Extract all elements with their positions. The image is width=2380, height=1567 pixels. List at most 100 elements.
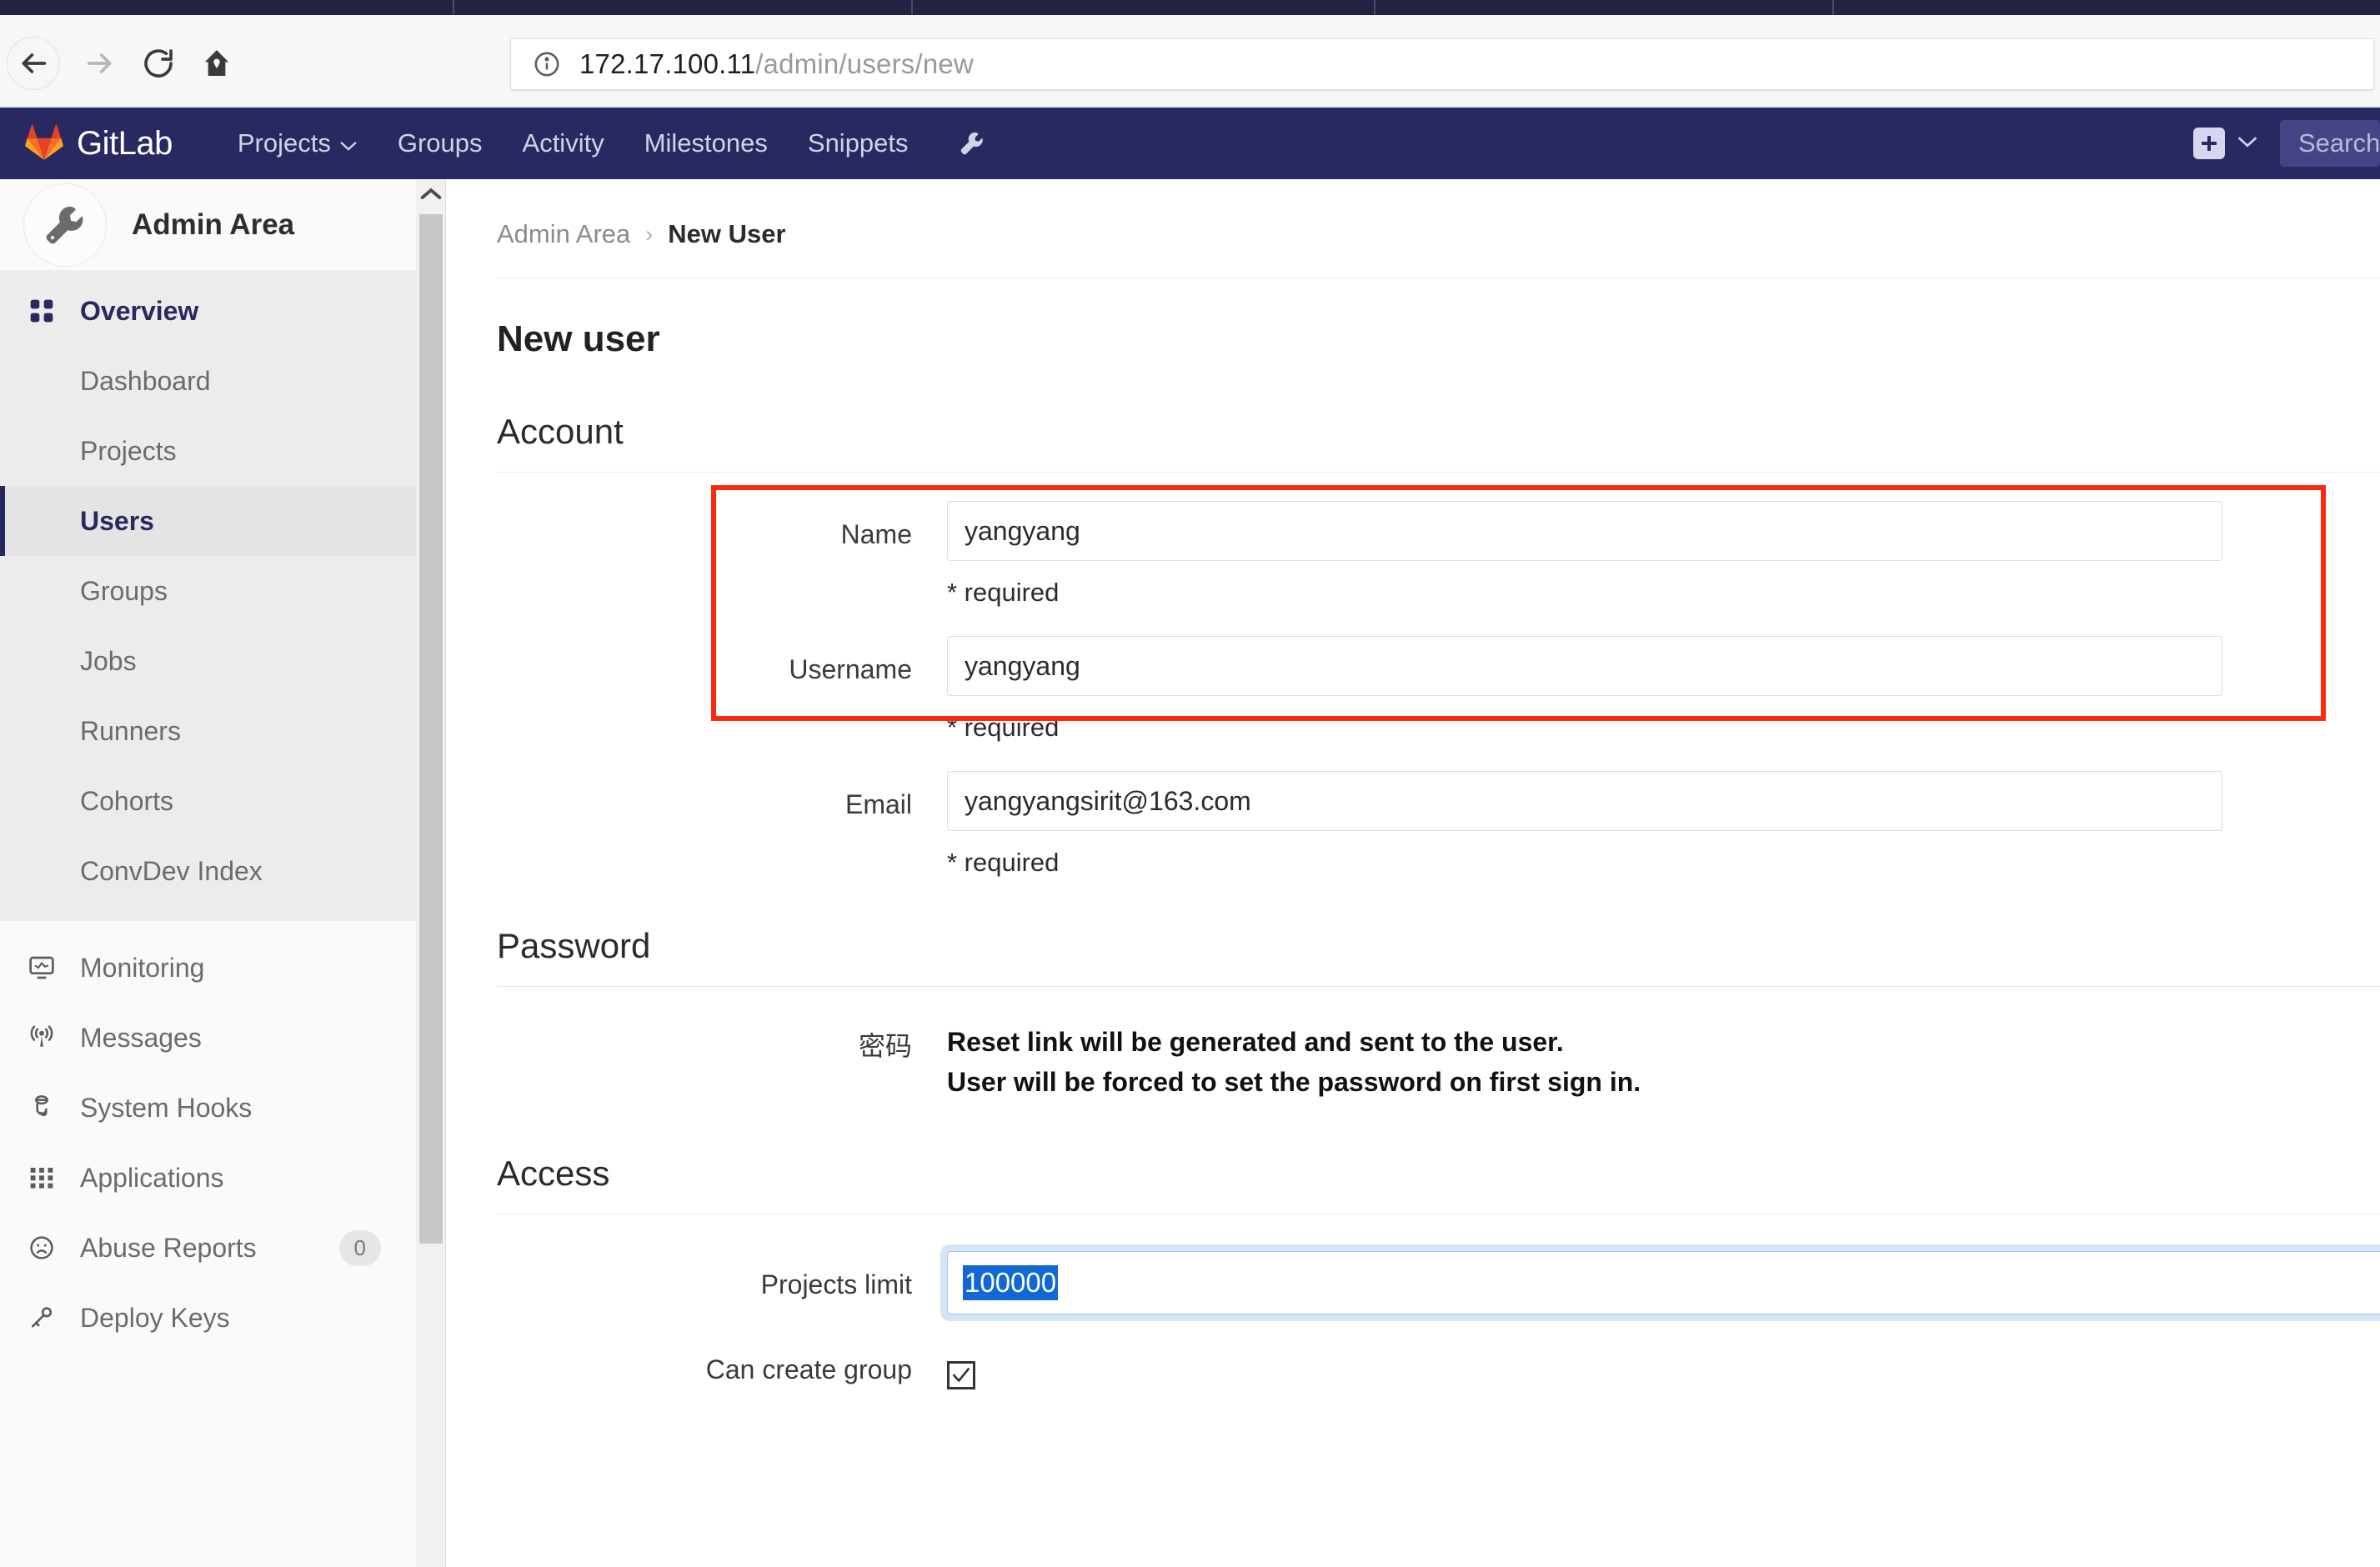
password-note-line-2: User will be forced to set the password … bbox=[947, 1062, 2380, 1102]
nav-link-projects[interactable]: Projects bbox=[238, 128, 358, 158]
forward-arrow-icon[interactable] bbox=[77, 40, 123, 87]
status-badge: 0 bbox=[339, 1230, 381, 1266]
nav-link-milestones[interactable]: Milestones bbox=[644, 128, 768, 158]
sidebar-item-label: Jobs bbox=[80, 646, 137, 677]
admin-sidebar: Admin Area Overview Dashboard Projects U… bbox=[0, 179, 417, 1567]
sidebar-item-label: Groups bbox=[80, 576, 168, 607]
chevron-up-icon[interactable] bbox=[416, 179, 445, 209]
hook-icon bbox=[28, 1094, 65, 1121]
nav-link-activity[interactable]: Activity bbox=[523, 128, 604, 158]
search-input[interactable]: Search bbox=[2280, 120, 2380, 167]
access-section: Access Projects limit 100000 Can create … bbox=[447, 1154, 2380, 1389]
gitlab-wordmark: GitLab bbox=[77, 125, 173, 163]
name-value: yangyang bbox=[965, 516, 1080, 547]
sidebar-item-users[interactable]: Users bbox=[0, 486, 416, 556]
projects-limit-input[interactable]: 100000 bbox=[947, 1251, 2380, 1314]
password-section: Password 密码 Reset link will be generated… bbox=[447, 926, 2380, 1102]
email-help: * required bbox=[947, 848, 2380, 878]
nav-link-snippets[interactable]: Snippets bbox=[808, 128, 909, 158]
section-divider bbox=[497, 472, 2380, 473]
can-create-group-checkbox[interactable] bbox=[947, 1361, 975, 1389]
breadcrumb-current: New User bbox=[668, 219, 785, 249]
projects-limit-label: Projects limit bbox=[497, 1251, 947, 1300]
sidebar-item-runners[interactable]: Runners bbox=[0, 696, 416, 766]
url-host: 172.17.100.11 bbox=[579, 48, 755, 79]
main-content: Admin Area › New User New user Account N… bbox=[447, 179, 2380, 1567]
gitlab-tanuki-logo bbox=[25, 123, 63, 164]
section-heading-account: Account bbox=[497, 412, 2380, 452]
breadcrumb-admin-area[interactable]: Admin Area bbox=[497, 219, 630, 249]
sidebar-item-label: Abuse Reports bbox=[80, 1233, 257, 1264]
sidebar-item-dashboard[interactable]: Dashboard bbox=[0, 346, 416, 416]
sidebar-title: Admin Area bbox=[132, 208, 294, 242]
browser-tab[interactable] bbox=[913, 0, 1375, 15]
username-value: yangyang bbox=[965, 651, 1080, 682]
wrench-icon[interactable] bbox=[959, 129, 985, 158]
sidebar-item-label: Deploy Keys bbox=[80, 1303, 230, 1334]
sidebar-item-deploy-keys[interactable]: Deploy Keys bbox=[0, 1283, 416, 1353]
sidebar-item-label: Applications bbox=[80, 1163, 224, 1194]
projects-limit-value: 100000 bbox=[963, 1265, 1058, 1300]
browser-tab-strip[interactable] bbox=[0, 0, 2380, 15]
nav-link-groups[interactable]: Groups bbox=[398, 128, 483, 158]
sidebar-item-label: ConvDev Index bbox=[80, 856, 263, 887]
sidebar-item-jobs[interactable]: Jobs bbox=[0, 626, 416, 696]
sidebar-item-system-hooks[interactable]: System Hooks bbox=[0, 1073, 416, 1143]
scrollbar-thumb[interactable] bbox=[419, 214, 443, 1244]
checkmark-icon bbox=[950, 1364, 972, 1386]
page-title: New user bbox=[447, 278, 2380, 360]
form-row-email: Email yangyangsirit@163.com * required bbox=[497, 771, 2380, 878]
sidebar-item-label: Overview bbox=[80, 296, 198, 327]
url-path: /admin/users/new bbox=[755, 48, 974, 79]
back-arrow-icon[interactable] bbox=[7, 37, 60, 90]
section-heading-password: Password bbox=[497, 926, 2380, 966]
sidebar-overview-group: Overview Dashboard Projects Users Groups… bbox=[0, 271, 416, 921]
sidebar-item-projects[interactable]: Projects bbox=[0, 416, 416, 486]
home-icon[interactable] bbox=[193, 40, 240, 87]
sidebar-item-label: Monitoring bbox=[80, 953, 204, 984]
email-input[interactable]: yangyangsirit@163.com bbox=[947, 771, 2222, 831]
browser-tab[interactable] bbox=[1375, 0, 1834, 15]
name-input[interactable]: yangyang bbox=[947, 501, 2222, 561]
sidebar-item-messages[interactable]: Messages bbox=[0, 1003, 416, 1073]
gitlab-home-link[interactable]: GitLab bbox=[25, 123, 173, 164]
monitor-icon bbox=[28, 954, 65, 981]
sidebar-header[interactable]: Admin Area bbox=[0, 179, 416, 271]
browser-tab[interactable] bbox=[1834, 0, 2334, 15]
sidebar-item-abuse-reports[interactable]: Abuse Reports 0 bbox=[0, 1213, 416, 1283]
sidebar-item-monitoring[interactable]: Monitoring bbox=[0, 933, 416, 1003]
chevron-down-icon bbox=[339, 128, 358, 158]
can-create-group-label: Can create group bbox=[497, 1314, 947, 1385]
form-row-projects-limit: Projects limit 100000 bbox=[497, 1251, 2380, 1314]
reload-icon[interactable] bbox=[135, 40, 182, 87]
browser-tab[interactable] bbox=[454, 0, 913, 15]
email-value: yangyangsirit@163.com bbox=[965, 786, 1251, 817]
new-item-dropdown[interactable] bbox=[2193, 128, 2258, 159]
password-note-line-1: Reset link will be generated and sent to… bbox=[947, 1022, 2380, 1062]
chevron-down-icon[interactable] bbox=[2237, 135, 2258, 153]
sidebar-item-label: Dashboard bbox=[80, 366, 211, 397]
breadcrumb-separator: › bbox=[645, 222, 653, 248]
sidebar-item-label: Cohorts bbox=[80, 786, 173, 817]
sidebar-item-cohorts[interactable]: Cohorts bbox=[0, 766, 416, 836]
sidebar-scrollbar[interactable] bbox=[416, 179, 446, 1567]
sidebar-item-label: System Hooks bbox=[80, 1093, 252, 1124]
url-bar[interactable]: 172.17.100.11/admin/users/new bbox=[510, 38, 2374, 90]
form-row-username: Username yangyang * required bbox=[497, 636, 2380, 743]
username-input[interactable]: yangyang bbox=[947, 636, 2222, 696]
username-help: * required bbox=[947, 713, 2380, 743]
info-circle-icon[interactable] bbox=[533, 50, 561, 78]
section-divider bbox=[497, 986, 2380, 987]
navbar-links: Projects Groups Activity Milestones Snip… bbox=[198, 128, 985, 158]
sidebar-item-overview[interactable]: Overview bbox=[0, 276, 416, 346]
sidebar-item-label: Projects bbox=[80, 436, 177, 467]
search-placeholder: Search bbox=[2298, 128, 2380, 158]
sidebar-item-groups[interactable]: Groups bbox=[0, 556, 416, 626]
plus-icon[interactable] bbox=[2193, 128, 2225, 159]
sidebar-item-convdev-index[interactable]: ConvDev Index bbox=[0, 836, 416, 906]
navbar-right-group: Search bbox=[2193, 108, 2380, 179]
browser-tab[interactable] bbox=[0, 0, 454, 15]
email-label: Email bbox=[497, 771, 947, 820]
sidebar-item-applications[interactable]: Applications bbox=[0, 1143, 416, 1213]
breadcrumb: Admin Area › New User bbox=[447, 179, 2380, 249]
